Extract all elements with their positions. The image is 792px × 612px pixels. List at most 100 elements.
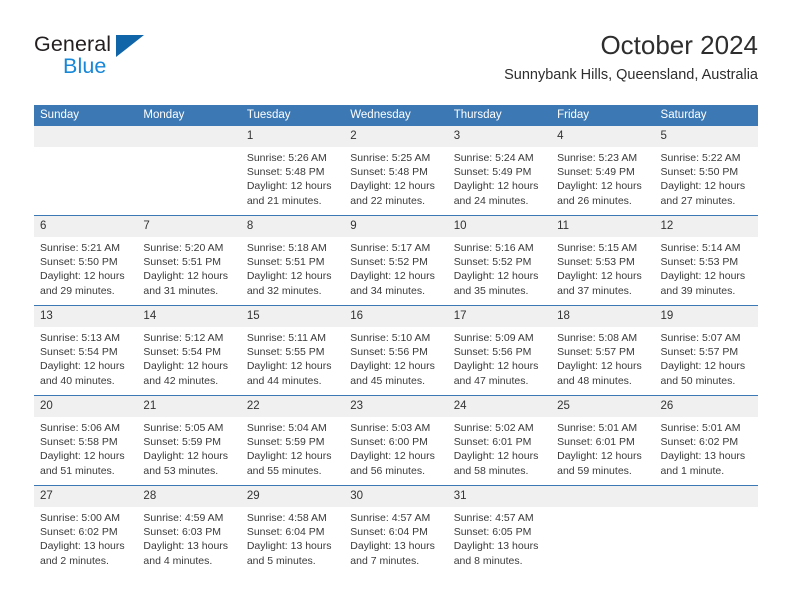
- day-number: 13: [34, 306, 138, 327]
- day-cell-empty: [137, 126, 241, 215]
- daylight-line2-text: and 40 minutes.: [40, 374, 115, 387]
- day-number: 7: [137, 216, 241, 237]
- sunset-text: Sunset: 5:57 PM: [557, 346, 635, 359]
- day-cell[interactable]: 30 Sunrise: 4:57 AM Sunset: 6:04 PM Dayligh…: [344, 486, 448, 575]
- day-number: 20: [34, 396, 138, 417]
- day-cell[interactable]: 16 Sunrise: 5:10 AM Sunset: 5:56 PM Dayligh…: [344, 306, 448, 395]
- sunset-text: Sunset: 5:56 PM: [453, 346, 532, 359]
- sunrise-text: Sunrise: 5:10 AM: [350, 332, 431, 344]
- day-cell[interactable]: 24 Sunrise: 5:02 AM Sunset: 6:01 PM Dayligh…: [447, 396, 552, 485]
- day-cell[interactable]: 19 Sunrise: 5:07 AM Sunset: 5:57 PM Dayligh…: [654, 306, 758, 395]
- day-cell[interactable]: 9 Sunrise: 5:17 AM Sunset: 5:52 PM Daylight…: [344, 216, 448, 305]
- day-cell[interactable]: 10 Sunrise: 5:16 AM Sunset: 5:52 PM Dayligh…: [447, 216, 552, 305]
- daylight-line1-text: Daylight: 13 hours: [40, 540, 125, 553]
- day-number: 26: [654, 396, 758, 417]
- sunrise-text: Sunrise: 5:11 AM: [246, 332, 327, 344]
- daylight-line1-text: Daylight: 12 hours: [453, 450, 539, 463]
- daylight-line2-text: and 29 minutes.: [40, 284, 115, 297]
- daylight-line1-text: Daylight: 13 hours: [143, 540, 229, 553]
- day-cell[interactable]: 17 Sunrise: 5:09 AM Sunset: 5:56 PM Dayligh…: [447, 306, 552, 395]
- day-cell[interactable]: 1 Sunrise: 5:26 AM Sunset: 5:48 PM Daylight…: [240, 126, 345, 215]
- sunrise-text: Sunrise: 5:24 AM: [453, 152, 534, 164]
- day-cell[interactable]: 18 Sunrise: 5:08 AM Sunset: 5:57 PM Dayligh…: [551, 306, 655, 395]
- weekday-header-thursday: Thursday: [453, 109, 502, 121]
- daylight-line2-text: and 8 minutes.: [453, 554, 523, 567]
- day-cell[interactable]: 5 Sunrise: 5:22 AM Sunset: 5:50 PM Daylight…: [654, 126, 758, 215]
- sunset-text: Sunset: 5:53 PM: [557, 256, 635, 269]
- sunrise-text: Sunrise: 5:02 AM: [453, 422, 534, 434]
- sunrise-text: Sunrise: 5:16 AM: [453, 242, 534, 254]
- daylight-line2-text: and 22 minutes.: [350, 194, 425, 207]
- weekday-header-monday: Monday: [143, 109, 185, 121]
- day-cell[interactable]: 20 Sunrise: 5:06 AM Sunset: 5:58 PM Dayligh…: [34, 396, 138, 485]
- sunset-text: Sunset: 6:01 PM: [453, 436, 532, 449]
- day-cell[interactable]: 13 Sunrise: 5:13 AM Sunset: 5:54 PM Dayligh…: [34, 306, 138, 395]
- daylight-line1-text: Daylight: 12 hours: [660, 270, 746, 283]
- day-cell[interactable]: 15 Sunrise: 5:11 AM Sunset: 5:55 PM Dayligh…: [240, 306, 345, 395]
- sunrise-text: Sunrise: 5:08 AM: [557, 332, 638, 344]
- day-sun-info: Sunrise: 5:00 AM Sunset: 6:02 PM Daylight:…: [34, 507, 137, 568]
- page-subtitle: Sunnybank Hills, Queensland, Australia: [504, 67, 758, 83]
- sunset-text: Sunset: 5:50 PM: [40, 256, 118, 269]
- calendar-page: General Blue October 2024 Sunnybank Hill…: [0, 0, 792, 612]
- daylight-line1-text: Daylight: 12 hours: [350, 180, 435, 193]
- sunrise-text: Sunrise: 5:26 AM: [246, 152, 327, 164]
- sunset-text: Sunset: 5:56 PM: [350, 346, 428, 359]
- general-blue-logo[interactable]: General Blue: [34, 32, 164, 86]
- sunset-text: Sunset: 6:02 PM: [660, 436, 739, 449]
- day-cell[interactable]: 21 Sunrise: 5:05 AM Sunset: 5:59 PM Dayligh…: [137, 396, 241, 485]
- day-cell[interactable]: 8 Sunrise: 5:18 AM Sunset: 5:51 PM Daylight…: [240, 216, 345, 305]
- daylight-line1-text: Daylight: 12 hours: [557, 270, 642, 283]
- page-header: General Blue October 2024 Sunnybank Hill…: [34, 28, 758, 98]
- day-cell[interactable]: 3 Sunrise: 5:24 AM Sunset: 5:49 PM Daylight…: [447, 126, 552, 215]
- day-cell[interactable]: 25 Sunrise: 5:01 AM Sunset: 6:01 PM Dayligh…: [551, 396, 655, 485]
- day-sun-info: Sunrise: 5:14 AM Sunset: 5:53 PM Daylight:…: [655, 237, 758, 298]
- daylight-line2-text: and 47 minutes.: [453, 374, 529, 387]
- daylight-line2-text: and 5 minutes.: [246, 554, 316, 567]
- sunrise-text: Sunrise: 5:07 AM: [660, 332, 741, 344]
- sunset-text: Sunset: 6:04 PM: [350, 526, 428, 539]
- day-cell[interactable]: 22 Sunrise: 5:04 AM Sunset: 5:59 PM Dayligh…: [240, 396, 345, 485]
- day-cell[interactable]: 14 Sunrise: 5:12 AM Sunset: 5:54 PM Dayligh…: [137, 306, 241, 395]
- day-number: 9: [344, 216, 448, 237]
- day-sun-info: Sunrise: 5:13 AM Sunset: 5:54 PM Daylight:…: [34, 327, 137, 388]
- day-cell[interactable]: 31 Sunrise: 4:57 AM Sunset: 6:05 PM Dayligh…: [447, 486, 552, 575]
- calendar-week-row: 27 Sunrise: 5:00 AM Sunset: 6:02 PM Dayligh…: [34, 486, 758, 575]
- day-cell[interactable]: 26 Sunrise: 5:01 AM Sunset: 6:02 PM Dayligh…: [654, 396, 758, 485]
- day-sun-info: Sunrise: 5:01 AM Sunset: 6:01 PM Daylight:…: [551, 417, 654, 478]
- daylight-line2-text: and 4 minutes.: [143, 554, 213, 567]
- day-number: 24: [447, 396, 552, 417]
- day-sun-info: Sunrise: 5:08 AM Sunset: 5:57 PM Daylight:…: [551, 327, 654, 388]
- daylight-line1-text: Daylight: 12 hours: [557, 360, 642, 373]
- day-number: 4: [551, 126, 655, 147]
- sunset-text: Sunset: 5:55 PM: [246, 346, 325, 359]
- daylight-line1-text: Daylight: 12 hours: [246, 270, 332, 283]
- day-cell[interactable]: 23 Sunrise: 5:03 AM Sunset: 6:00 PM Dayligh…: [344, 396, 448, 485]
- daylight-line2-text: and 34 minutes.: [350, 284, 425, 297]
- daylight-line2-text: and 21 minutes.: [246, 194, 322, 207]
- day-cell[interactable]: 4 Sunrise: 5:23 AM Sunset: 5:49 PM Daylight…: [551, 126, 655, 215]
- day-cell[interactable]: 28 Sunrise: 4:59 AM Sunset: 6:03 PM Dayligh…: [137, 486, 241, 575]
- sunset-text: Sunset: 5:52 PM: [453, 256, 532, 269]
- daylight-line1-text: Daylight: 12 hours: [453, 180, 539, 193]
- daylight-line2-text: and 42 minutes.: [143, 374, 219, 387]
- day-cell[interactable]: 2 Sunrise: 5:25 AM Sunset: 5:48 PM Daylight…: [344, 126, 448, 215]
- sunrise-text: Sunrise: 4:58 AM: [246, 512, 327, 524]
- day-sun-info: Sunrise: 5:02 AM Sunset: 6:01 PM Daylight:…: [448, 417, 551, 478]
- day-sun-info: Sunrise: 5:12 AM Sunset: 5:54 PM Daylight:…: [137, 327, 240, 388]
- sunset-text: Sunset: 5:51 PM: [246, 256, 325, 269]
- day-cell[interactable]: 12 Sunrise: 5:14 AM Sunset: 5:53 PM Dayligh…: [654, 216, 758, 305]
- sunrise-text: Sunrise: 5:09 AM: [453, 332, 534, 344]
- day-cell[interactable]: 27 Sunrise: 5:00 AM Sunset: 6:02 PM Dayligh…: [34, 486, 138, 575]
- daylight-line1-text: Daylight: 12 hours: [350, 360, 435, 373]
- day-cell[interactable]: 11 Sunrise: 5:15 AM Sunset: 5:53 PM Dayligh…: [551, 216, 655, 305]
- day-sun-info: Sunrise: 4:57 AM Sunset: 6:04 PM Daylight:…: [344, 507, 447, 568]
- daylight-line1-text: Daylight: 12 hours: [143, 450, 229, 463]
- daylight-line1-text: Daylight: 12 hours: [350, 270, 435, 283]
- day-cell[interactable]: 7 Sunrise: 5:20 AM Sunset: 5:51 PM Daylight…: [137, 216, 241, 305]
- day-cell[interactable]: 6 Sunrise: 5:21 AM Sunset: 5:50 PM Daylight…: [34, 216, 138, 305]
- day-cell[interactable]: 29 Sunrise: 4:58 AM Sunset: 6:04 PM Dayligh…: [240, 486, 345, 575]
- sunset-text: Sunset: 6:05 PM: [453, 526, 532, 539]
- daylight-line2-text: and 39 minutes.: [660, 284, 736, 297]
- day-cell-empty: [34, 126, 138, 215]
